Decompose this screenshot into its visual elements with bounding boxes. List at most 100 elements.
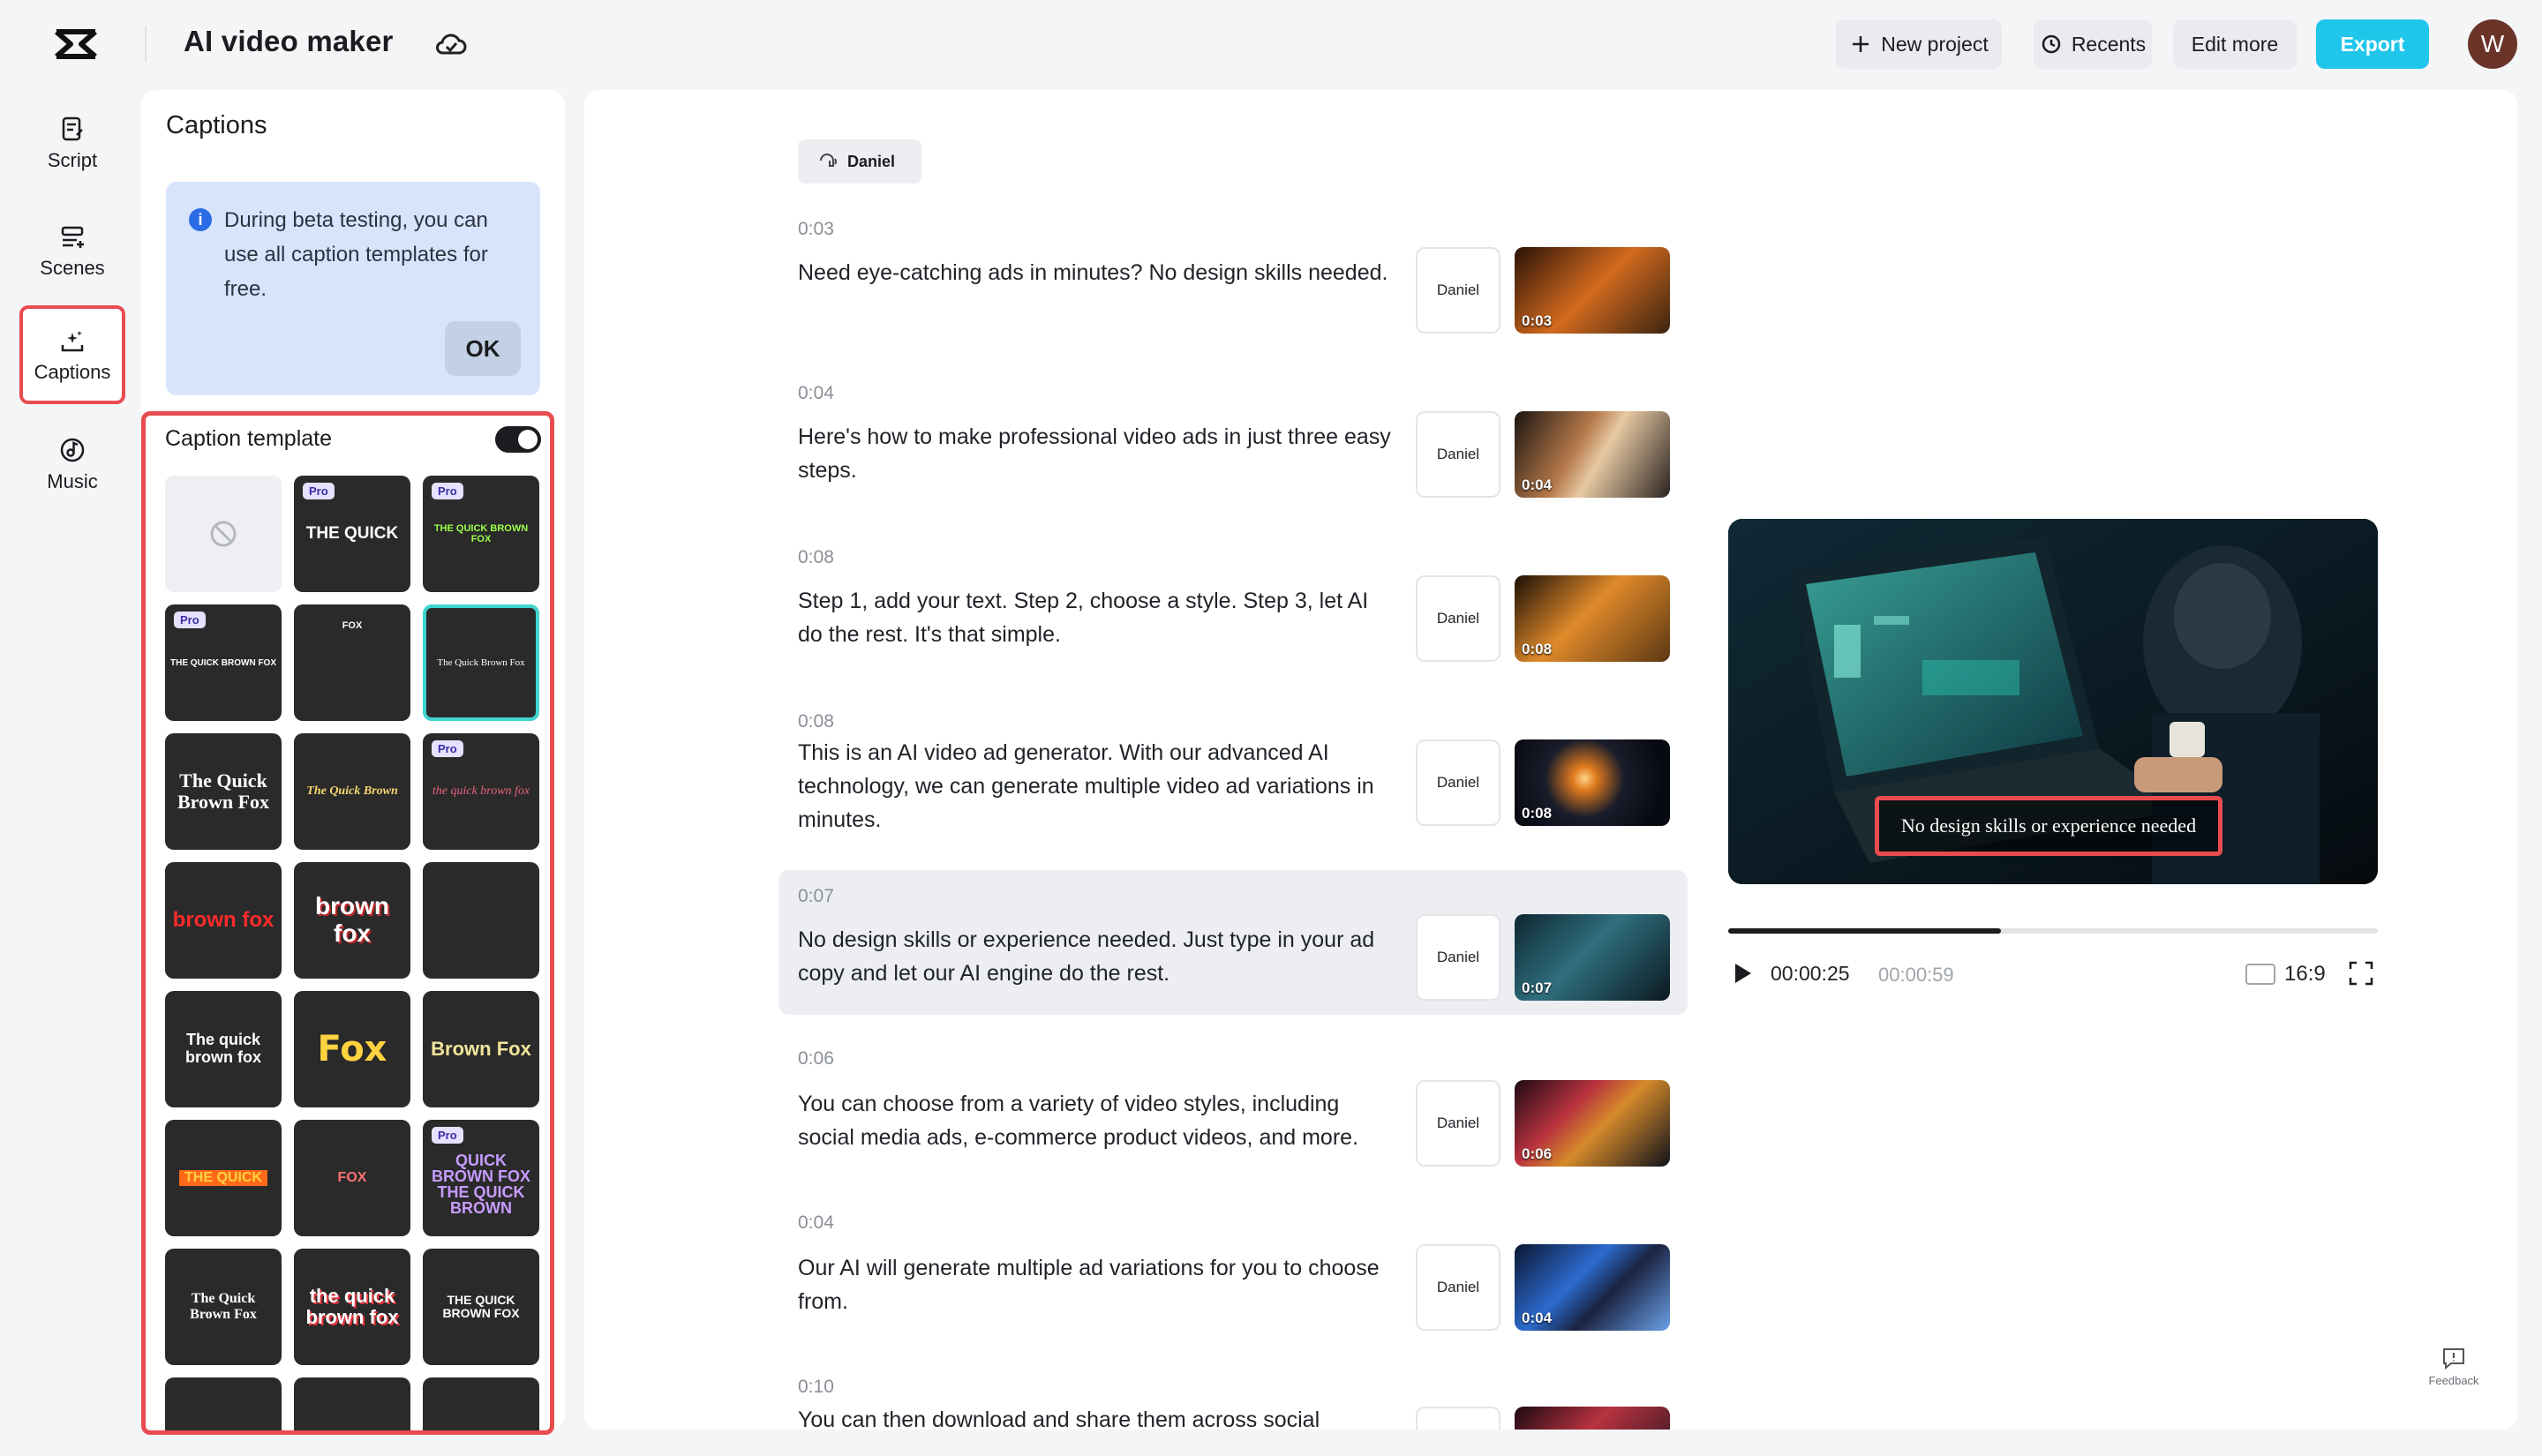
preview-caption[interactable]: No design skills or experience needed [1875,796,2222,856]
scene-voice-button[interactable]: Daniel [1416,914,1500,1001]
caption-template-tile[interactable]: The Quick Brown Fox [165,733,282,850]
caption-template-tile[interactable]: Pro QUICK BROWN FOX THE QUICK BROWN [423,1120,539,1236]
caption-template-tile[interactable]: Pro the quick brown fox [423,733,539,850]
caption-template-tile-empty[interactable] [423,1377,539,1430]
scene-time: 0:10 [798,1377,834,1397]
plus-icon [1853,36,1869,52]
caption-template-tile[interactable]: FOX [294,604,410,721]
scene-voice-button[interactable]: Daniel [1416,247,1500,334]
scene-thumb-duration: 0:04 [1522,477,1553,493]
caption-template-tile[interactable]: brown fox [165,862,282,979]
scene-thumbnail[interactable]: 0:04 [1515,1244,1670,1331]
info-icon: i [189,208,212,231]
scene-thumbnail[interactable]: 0:08 [1515,575,1670,662]
scene-voice-button[interactable]: Daniel [1416,411,1500,498]
scene-voice-button[interactable]: Daniel [1416,1080,1500,1167]
nav-script-label: Script [47,149,98,171]
play-icon[interactable] [1730,960,1755,987]
caption-template-tile-empty[interactable] [423,862,539,979]
caption-template-tile[interactable]: Fox [294,991,410,1107]
scene-thumb-duration: 0:04 [1522,1310,1553,1326]
export-button[interactable]: Export [2316,19,2429,69]
script-scene-active[interactable]: 0:07 No design skills or experience need… [778,870,1688,1015]
scene-thumb-duration: 0:08 [1522,805,1553,822]
edit-more-label: Edit more [2191,32,2279,56]
speaker-chip[interactable]: Daniel [798,139,921,184]
caption-template-tile[interactable]: The Quick Brown [294,733,410,850]
script-scene[interactable]: 0:10 You can then download and share the… [778,1377,1688,1430]
scene-thumbnail[interactable] [1515,1407,1670,1430]
clock-icon [2042,34,2061,54]
caption-template-tile[interactable]: brown fox [294,862,410,979]
caption-template-tile[interactable]: Pro THE QUICK [294,476,410,592]
scene-text[interactable]: You can choose from a variety of video s… [798,1087,1398,1154]
feedback-icon [2443,1347,2464,1370]
nav-item-music[interactable]: Music [19,415,125,514]
caption-template-tile[interactable]: Pro THE QUICK BROWN FOX [165,604,282,721]
beta-ok-button[interactable]: OK [445,321,521,376]
caption-template-tile[interactable]: THE QUICK BROWN FOX [423,1249,539,1365]
template-preview-text: QUICK BROWN FOX THE QUICK BROWN [432,1152,530,1217]
scene-voice-button[interactable] [1416,1407,1500,1430]
scene-text[interactable]: Step 1, add your text. Step 2, choose a … [798,584,1398,651]
cloud-sync-icon[interactable] [434,28,468,60]
scene-thumbnail[interactable]: 0:06 [1515,1080,1670,1167]
scene-voice-button[interactable]: Daniel [1416,739,1500,826]
pro-badge: Pro [432,1127,463,1144]
script-scene[interactable]: 0:08 Step 1, add your text. Step 2, choo… [778,540,1688,672]
caption-template-none[interactable] [165,476,282,592]
caption-template-tile[interactable]: Pro THE QUICK BROWN FOX [423,476,539,592]
scene-time: 0:07 [798,886,834,906]
scene-voice-button[interactable]: Daniel [1416,1244,1500,1331]
script-scene[interactable]: 0:03 Need eye-catching ads in minutes? N… [778,212,1688,344]
nav-music-label: Music [47,470,98,492]
user-avatar[interactable]: W [2468,19,2517,69]
scene-thumbnail[interactable]: 0:08 [1515,739,1670,826]
scene-thumbnail[interactable]: 0:04 [1515,411,1670,498]
template-preview-text: Fox [317,1029,387,1069]
nav-scenes-label: Scenes [40,257,105,279]
script-scene[interactable]: 0:08 This is an AI video ad generator. W… [778,704,1688,854]
feedback-button[interactable]: Feedback [2417,1331,2491,1401]
top-bar: AI video maker New project Recents Edit … [0,0,2542,88]
pro-badge: Pro [174,612,206,628]
caption-template-tile[interactable]: The Quick Brown Fox [165,1249,282,1365]
pro-badge: Pro [303,483,335,499]
scene-thumbnail[interactable]: 0:07 [1515,914,1670,1001]
edit-more-button[interactable]: Edit more [2173,19,2297,69]
scene-text[interactable]: Need eye-catching ads in minutes? No des… [798,256,1398,289]
caption-template-tile[interactable]: the quick brown fox [294,1249,410,1365]
new-project-button[interactable]: New project [1836,19,2002,69]
scene-voice-button[interactable]: Daniel [1416,575,1500,662]
scene-text[interactable]: You can then download and share them acr… [798,1403,1398,1430]
caption-template-tile-empty[interactable] [165,1377,282,1430]
caption-template-tile[interactable]: THE QUICK [165,1120,282,1236]
scene-text[interactable]: Our AI will generate multiple ad variati… [798,1251,1398,1318]
recents-button[interactable]: Recents [2034,19,2152,69]
nav-item-scenes[interactable]: Scenes [19,201,125,300]
scene-thumbnail[interactable]: 0:03 [1515,247,1670,334]
caption-template-tile[interactable]: FOX [294,1120,410,1236]
nav-item-script[interactable]: Script [19,94,125,192]
aspect-ratio-label: 16:9 [2284,962,2326,986]
scene-text[interactable]: Here's how to make professional video ad… [798,420,1398,487]
caption-template-toggle[interactable] [495,426,541,453]
caption-template-tile-selected[interactable]: The Quick Brown Fox [423,604,539,721]
caption-template-tile[interactable]: The quick brown fox [165,991,282,1107]
script-scene[interactable]: 0:04 Our AI will generate multiple ad va… [778,1212,1688,1345]
scene-time: 0:06 [798,1048,834,1069]
scene-text[interactable]: No design skills or experience needed. J… [798,923,1398,990]
export-label: Export [2340,32,2405,56]
nav-item-captions[interactable]: Captions [19,305,125,404]
scene-text[interactable]: This is an AI video ad generator. With o… [798,736,1398,837]
capcut-logo-icon[interactable] [53,25,99,64]
playback-progress[interactable] [1728,928,2378,934]
video-preview[interactable]: No design skills or experience needed [1728,519,2378,884]
script-scene[interactable]: 0:04 Here's how to make professional vid… [778,376,1688,508]
fullscreen-icon[interactable] [2348,960,2374,987]
caption-template-tile[interactable]: Brown Fox [423,991,539,1107]
scene-thumb-duration: 0:07 [1522,979,1553,996]
aspect-ratio-selector[interactable]: 16:9 [2245,962,2326,987]
caption-template-tile-empty[interactable] [294,1377,410,1430]
script-scene[interactable]: 0:06 You can choose from a variety of vi… [778,1048,1688,1181]
